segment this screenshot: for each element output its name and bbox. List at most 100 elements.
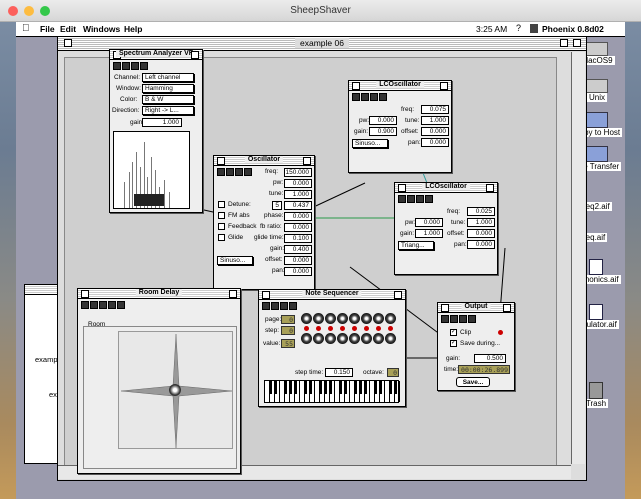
panel-titlebar[interactable]: LCOscillator [395, 183, 497, 193]
window-collapse-box[interactable] [573, 39, 581, 47]
piano-black-key[interactable] [388, 381, 392, 394]
vertical-scrollbar[interactable] [571, 52, 585, 464]
pw-field[interactable]: 0.000 [369, 116, 397, 125]
speaker-icon[interactable] [235, 168, 243, 176]
save-during-checkbox[interactable]: ✓ [450, 340, 457, 347]
clip-checkbox[interactable]: ✓ [450, 329, 457, 336]
step-led[interactable] [316, 326, 321, 331]
menu-edit[interactable]: Edit [60, 24, 76, 34]
panel-zoom-box[interactable] [503, 304, 511, 312]
close-icon[interactable] [108, 301, 116, 309]
waveform-popup[interactable]: Triang... [398, 241, 434, 250]
help-icon[interactable] [226, 168, 234, 176]
piano-black-key[interactable] [323, 381, 327, 394]
step-knob[interactable] [301, 333, 312, 344]
piano-black-key[interactable] [308, 381, 312, 394]
piano-black-key[interactable] [303, 381, 307, 394]
gain-field[interactable]: 1.000 [142, 118, 182, 127]
help-icon[interactable] [361, 93, 369, 101]
panel-titlebar[interactable]: Oscillator [214, 156, 314, 166]
pan-field[interactable]: 0.000 [284, 267, 312, 276]
color-popup[interactable]: B & W [142, 95, 194, 104]
step-display[interactable]: 0 [281, 326, 295, 335]
value-display[interactable]: 55 [281, 339, 295, 348]
piano-black-key[interactable] [343, 381, 347, 394]
piano-black-key[interactable] [393, 381, 397, 394]
step-knob[interactable] [385, 313, 396, 324]
help-balloon-icon[interactable]: ? [516, 23, 521, 33]
settings-icon[interactable] [398, 195, 406, 203]
step-knob[interactable] [385, 333, 396, 344]
panel-zoom-box[interactable] [303, 157, 311, 165]
speaker-icon[interactable] [416, 195, 424, 203]
pause-icon[interactable] [117, 301, 125, 309]
save-button[interactable]: Save... [456, 377, 490, 387]
step-led[interactable] [388, 326, 393, 331]
step-knob[interactable] [313, 313, 324, 324]
step-time-field[interactable]: 0.150 [325, 368, 353, 377]
panel-titlebar[interactable]: Output [438, 303, 514, 313]
step-led[interactable] [376, 326, 381, 331]
gain-field[interactable]: 0.900 [369, 127, 397, 136]
help-icon[interactable] [450, 315, 458, 323]
window-close-box[interactable] [64, 39, 72, 47]
tune-field[interactable]: 1.000 [421, 116, 449, 125]
help-icon[interactable] [90, 301, 98, 309]
close-icon[interactable] [425, 195, 433, 203]
speaker-icon[interactable] [459, 315, 467, 323]
piano-keyboard[interactable] [264, 380, 400, 403]
fb-ratio-field[interactable]: 0.000 [284, 223, 312, 232]
gain-field[interactable]: 0.400 [284, 245, 312, 254]
page-display[interactable]: 0 [281, 315, 295, 324]
close-icon[interactable] [140, 62, 148, 70]
step-knob[interactable] [337, 313, 348, 324]
active-app-name[interactable]: Phoenix 0.8d02 [542, 24, 604, 34]
panel-zoom-box[interactable] [191, 51, 199, 59]
window-popup[interactable]: Hamming [142, 84, 194, 93]
step-knob[interactable] [361, 333, 372, 344]
speaker-icon[interactable] [131, 62, 139, 70]
lc-oscillator-panel-1[interactable]: LCOscillator freq: 0.075 pw: 0.000 tune:… [348, 80, 452, 173]
settings-icon[interactable] [352, 93, 360, 101]
help-icon[interactable] [122, 62, 130, 70]
close-icon[interactable] [379, 93, 387, 101]
pw-field[interactable]: 0.000 [284, 179, 312, 188]
spectrum-analyzer-panel[interactable]: Spectrum Analyzer VF Channel: Left chann… [109, 49, 203, 213]
settings-icon[interactable] [441, 315, 449, 323]
gain-field[interactable]: 1.000 [415, 229, 443, 238]
piano-black-key[interactable] [288, 381, 292, 394]
waveform-popup[interactable]: Sinuso... [217, 256, 253, 265]
pan-field[interactable]: 0.000 [467, 240, 495, 249]
offset-field[interactable]: 0.000 [467, 229, 495, 238]
step-led[interactable] [304, 326, 309, 331]
piano-black-key[interactable] [293, 381, 297, 394]
piano-black-key[interactable] [318, 381, 322, 394]
step-led[interactable] [352, 326, 357, 331]
menu-file[interactable]: File [40, 24, 55, 34]
apple-menu-icon[interactable]:  [22, 23, 30, 34]
step-knob[interactable] [313, 333, 324, 344]
tune-field[interactable]: 1.000 [467, 218, 495, 227]
piano-black-key[interactable] [268, 381, 272, 394]
room-pad[interactable] [118, 331, 233, 449]
panel-titlebar[interactable]: Room Delay [78, 289, 240, 299]
step-led[interactable] [364, 326, 369, 331]
help-icon[interactable] [271, 302, 279, 310]
step-knob[interactable] [349, 333, 360, 344]
oscillator-panel[interactable]: Oscillator freq: 150.000 pw: 0.000 tune:… [213, 155, 315, 290]
step-led[interactable] [340, 326, 345, 331]
piano-black-key[interactable] [353, 381, 357, 394]
settings-icon[interactable] [262, 302, 270, 310]
panel-zoom-box[interactable] [486, 184, 494, 192]
detune-checkbox[interactable] [218, 201, 225, 208]
pan-field[interactable]: 0.000 [421, 138, 449, 147]
output-panel[interactable]: Output ✓ Clip ✓ Save during... gain: 0.5… [437, 302, 515, 391]
piano-black-key[interactable] [378, 381, 382, 394]
step-knob[interactable] [337, 333, 348, 344]
window-zoom-box[interactable] [560, 39, 568, 47]
panel-titlebar[interactable]: Note Sequencer [259, 290, 405, 300]
detune-field[interactable]: 5 [272, 201, 282, 210]
piano-black-key[interactable] [328, 381, 332, 394]
glide-time-field[interactable]: 0.100 [284, 234, 312, 243]
freq-field[interactable]: 0.075 [421, 105, 449, 114]
